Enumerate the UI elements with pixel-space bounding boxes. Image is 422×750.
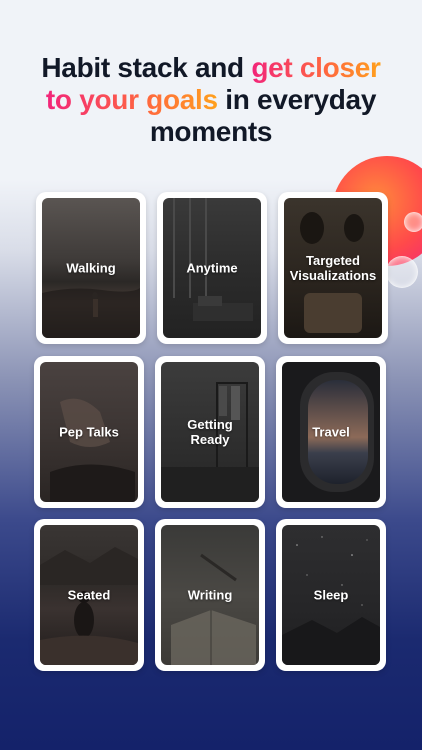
- private-jet-photo: Targeted Visualizations: [284, 198, 382, 338]
- card-label: Anytime: [186, 260, 238, 276]
- card-pep-talks[interactable]: Pep Talks: [34, 356, 144, 508]
- headline-line2-accent: to your goals: [45, 84, 218, 115]
- hand-on-chest-photo: Pep Talks: [40, 362, 138, 502]
- card-walking[interactable]: Walking: [36, 192, 146, 344]
- card-label: Pep Talks: [59, 424, 119, 440]
- bubble-decoration: [404, 212, 422, 232]
- interior-room-photo: Anytime: [163, 198, 261, 338]
- beach-walk-photo: Walking: [42, 198, 140, 338]
- card-label: Getting Ready: [187, 417, 233, 447]
- bubble-decoration: [386, 256, 418, 288]
- headline-line3-plain: moments: [149, 116, 273, 147]
- card-targeted-visualizations[interactable]: Targeted Visualizations: [278, 192, 388, 344]
- closet-photo: Getting Ready: [161, 362, 259, 502]
- card-label: Writing: [187, 587, 233, 603]
- card-getting-ready[interactable]: Getting Ready: [155, 356, 265, 508]
- headline-line2-plain: in everyday: [217, 84, 377, 115]
- card-seated[interactable]: Seated: [34, 519, 144, 671]
- card-writing[interactable]: Writing: [155, 519, 265, 671]
- card-label: Walking: [66, 260, 116, 276]
- card-label: Targeted Visualizations: [289, 253, 377, 283]
- airplane-window-photo: Travel: [282, 362, 380, 502]
- headline-line1-plain: Habit stack and: [41, 52, 252, 83]
- card-sleep[interactable]: Sleep: [276, 519, 386, 671]
- card-label: Travel: [312, 424, 350, 440]
- seated-mountain-photo: Seated: [40, 525, 138, 665]
- journal-writing-photo: Writing: [161, 525, 259, 665]
- card-label: Sleep: [313, 587, 349, 603]
- headline: Habit stack and get closer to your goals…: [0, 52, 422, 148]
- card-label: Seated: [67, 587, 111, 603]
- headline-line1-accent: get closer: [251, 52, 381, 83]
- starry-night-photo: Sleep: [282, 525, 380, 665]
- card-travel[interactable]: Travel: [276, 356, 386, 508]
- card-anytime[interactable]: Anytime: [157, 192, 267, 344]
